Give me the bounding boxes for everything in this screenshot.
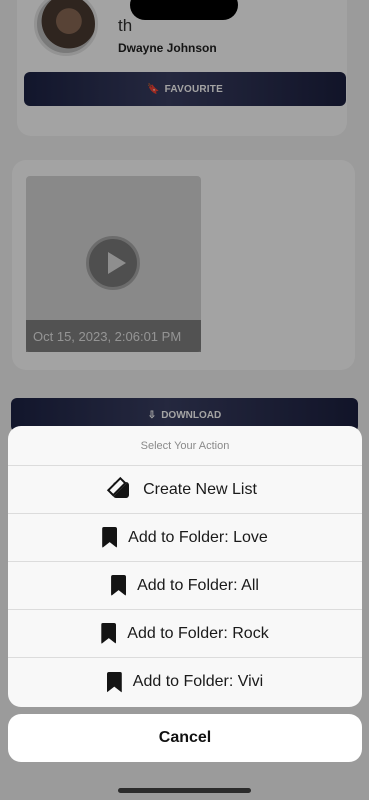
add-to-folder-love-option[interactable]: Add to Folder: Love bbox=[8, 514, 362, 562]
create-new-list-option[interactable]: Create New List bbox=[8, 466, 362, 514]
option-label: Add to Folder: Rock bbox=[127, 624, 269, 642]
bookmark-icon bbox=[101, 623, 117, 644]
cancel-button[interactable]: Cancel bbox=[8, 714, 362, 762]
option-label: Add to Folder: All bbox=[137, 576, 259, 594]
option-label: Add to Folder: Vivi bbox=[132, 673, 264, 690]
bookmark-icon bbox=[111, 575, 127, 596]
bookmark-icon bbox=[106, 671, 122, 693]
action-sheet-title: Select Your Action bbox=[8, 426, 362, 466]
bookmark-icon bbox=[102, 527, 118, 548]
add-to-folder-rock-option[interactable]: Add to Folder: Rock bbox=[8, 610, 362, 658]
option-label: Add to Folder: Love bbox=[128, 528, 268, 546]
edit-icon bbox=[113, 480, 132, 499]
add-to-folder-all-option[interactable]: Add to Folder: All bbox=[8, 562, 362, 610]
home-indicator[interactable] bbox=[118, 788, 251, 793]
add-to-folder-vivi-option[interactable]: Add to Folder: Vivi bbox=[8, 658, 362, 706]
option-label: Create New List bbox=[143, 480, 257, 498]
action-sheet: Select Your Action Create New List Add t… bbox=[8, 426, 362, 707]
